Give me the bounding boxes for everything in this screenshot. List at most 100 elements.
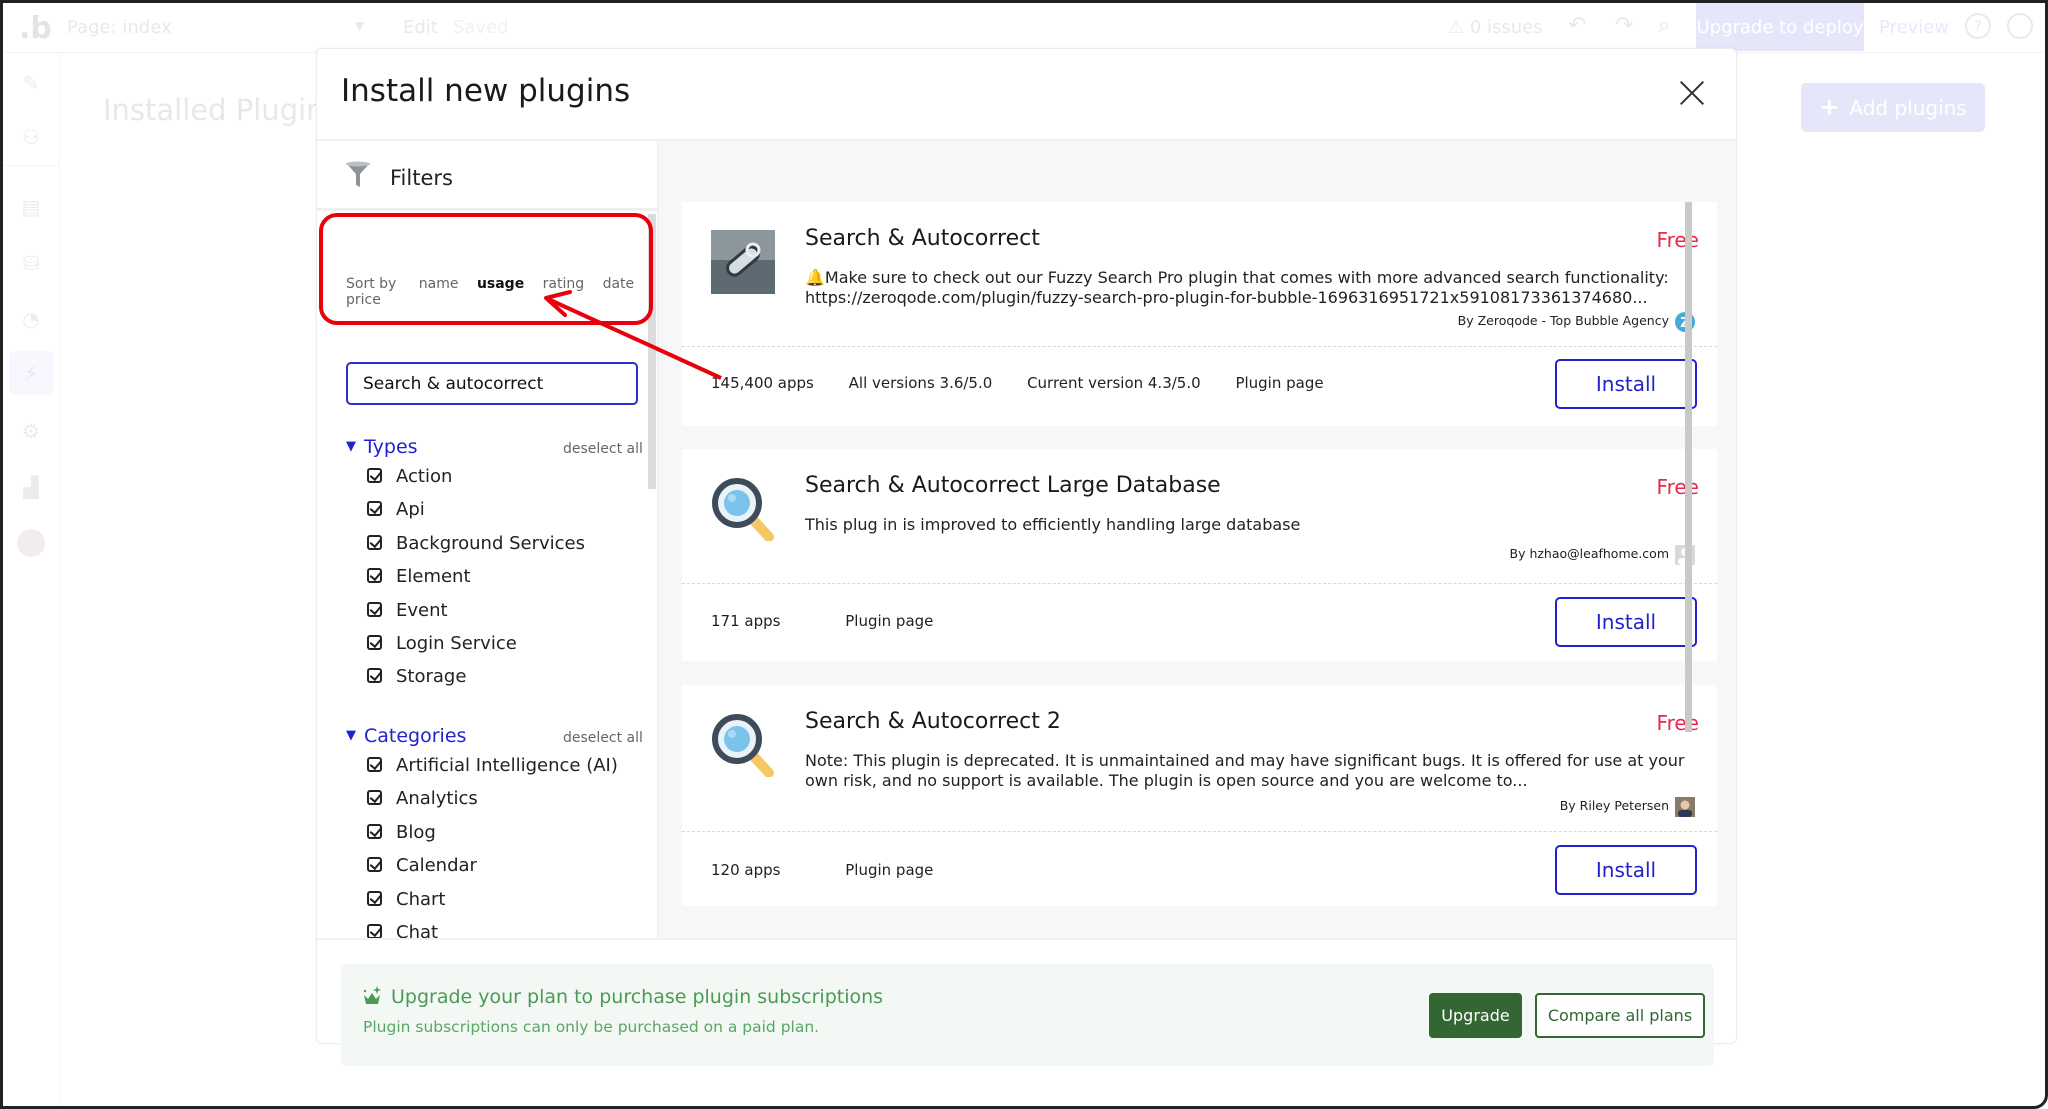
edit-menu[interactable]: Edit (403, 17, 438, 38)
filter-checkbox-item[interactable]: Artificial Intelligence (AI) (367, 753, 618, 779)
plugin-search-input[interactable] (346, 362, 638, 405)
upgrade-banner-subtitle: Plugin subscriptions can only be purchas… (363, 1018, 820, 1036)
plugin-name[interactable]: Search & Autocorrect (805, 226, 1040, 251)
plus-icon: + (1819, 93, 1840, 121)
checkbox-checked-icon[interactable] (367, 501, 382, 517)
sort-name[interactable]: name (419, 276, 459, 292)
filter-checkbox-item[interactable]: Analytics (367, 786, 478, 812)
plugin-list-scrollbar[interactable] (1685, 202, 1692, 732)
description-line: own risk, and no support is available. T… (805, 771, 1528, 790)
layout-icon[interactable]: ▤ (17, 193, 45, 221)
types-section-toggle[interactable]: ▼ Types (346, 436, 418, 458)
plugin-page-link[interactable]: Plugin page (845, 612, 933, 630)
checkbox-checked-icon[interactable] (367, 601, 382, 617)
add-plugins-button[interactable]: + Add plugins (1801, 83, 1985, 132)
filter-checkbox-item[interactable]: Chart (367, 887, 445, 913)
types-deselect-all[interactable]: deselect all (563, 441, 643, 457)
filter-checkbox-label: Element (396, 566, 471, 588)
redo-icon[interactable]: ↷ (1615, 13, 1633, 38)
filter-checkbox-item[interactable]: Event (367, 598, 448, 624)
app-count: 145,400 apps (711, 374, 814, 392)
preview-button[interactable]: Preview (1879, 17, 1949, 38)
current-version-rating: Current version 4.3/5.0 (1027, 374, 1201, 392)
install-button[interactable]: Install (1555, 597, 1697, 647)
sort-usage[interactable]: usage (477, 276, 524, 292)
checkbox-checked-icon[interactable] (367, 890, 382, 906)
filter-checkbox-item[interactable]: Action (367, 464, 452, 490)
author-name: By hzhao@leafhome.com (1509, 546, 1670, 561)
filter-checkbox-item[interactable]: Background Services (367, 531, 585, 557)
close-icon[interactable] (1678, 79, 1706, 107)
nav-divider (3, 165, 60, 166)
plugin-icon[interactable]: ⚡ (9, 351, 53, 395)
filters-header: Filters (317, 141, 657, 211)
upgrade-button[interactable]: Upgrade (1429, 993, 1522, 1038)
plugin-name[interactable]: Search & Autocorrect 2 (805, 709, 1061, 734)
help-icon[interactable]: ? (1965, 13, 1991, 39)
checkbox-checked-icon[interactable] (367, 468, 382, 483)
filter-checkbox-label: Login Service (396, 633, 517, 654)
checkbox-checked-icon[interactable] (367, 924, 382, 938)
filter-checkbox-item[interactable]: Blog (367, 820, 436, 846)
sort-rating[interactable]: rating (543, 276, 584, 292)
avatar-icon[interactable] (17, 529, 45, 557)
page-selector[interactable]: Page: index (67, 17, 172, 38)
database-icon[interactable]: ⛁ (17, 249, 45, 277)
categories-section-toggle[interactable]: ▼ Categories (346, 725, 466, 747)
issues-indicator[interactable]: ⚠ 0 issues (1448, 17, 1543, 38)
undo-icon[interactable]: ↶ (1568, 13, 1586, 38)
compare-plans-button[interactable]: Compare all plans (1535, 993, 1705, 1038)
checkbox-checked-icon[interactable] (367, 568, 382, 584)
side-nav: ✎ ⚇ ▤ ⛁ ◔ ⚡ ⚙ ▟ (3, 53, 60, 1106)
categories-label: Categories (364, 725, 467, 747)
filters-panel: Filters Sort by name usage rating date p… (317, 141, 659, 938)
sort-options: Sort by name usage rating date price (346, 276, 657, 308)
upgrade-to-deploy-button[interactable]: Upgrade to deploy (1696, 3, 1864, 51)
bubble-logo: .b (19, 11, 52, 46)
sort-date[interactable]: date (603, 276, 635, 292)
checkbox-checked-icon[interactable] (367, 635, 382, 650)
gear-icon[interactable]: ⚙ (17, 417, 45, 445)
checkbox-checked-icon[interactable] (367, 668, 382, 684)
magnifier-icon (712, 714, 774, 777)
checkbox-checked-icon[interactable] (367, 823, 382, 839)
filter-checkbox-item[interactable]: Chat (367, 920, 438, 938)
plugin-thumbnail (711, 230, 775, 294)
palette-icon[interactable]: ◔ (17, 305, 45, 333)
checkbox-checked-icon[interactable] (367, 757, 382, 772)
plugin-page-link[interactable]: Plugin page (1235, 374, 1323, 392)
user-avatar-icon[interactable] (2007, 13, 2033, 39)
pencil-icon[interactable]: ✎ (17, 69, 45, 97)
checkbox-checked-icon[interactable] (367, 857, 382, 873)
card-divider (682, 831, 1717, 832)
install-button[interactable]: Install (1555, 359, 1697, 409)
checkbox-checked-icon[interactable] (367, 534, 382, 550)
plugin-description: Note: This plugin is deprecated. It is u… (805, 751, 1685, 791)
plugin-price: Free (1656, 475, 1699, 499)
plugin-price: Free (1656, 711, 1699, 735)
filter-checkbox-item[interactable]: Element (367, 564, 471, 590)
app-count: 171 apps (711, 612, 781, 630)
filter-checkbox-item[interactable]: Calendar (367, 853, 477, 879)
categories-deselect-all[interactable]: deselect all (563, 730, 643, 746)
filter-checkbox-label: Chart (396, 888, 446, 910)
modal-header: Install new plugins (317, 49, 1736, 141)
plugin-page-link[interactable]: Plugin page (845, 861, 933, 879)
checkbox-checked-icon[interactable] (367, 790, 382, 806)
plugin-name[interactable]: Search & Autocorrect Large Database (805, 473, 1221, 498)
search-icon[interactable]: ⌕ (1658, 13, 1670, 38)
chart-icon[interactable]: ▟ (17, 473, 45, 501)
filter-checkbox-item[interactable]: Api (367, 497, 425, 523)
workflow-icon[interactable]: ⚇ (17, 123, 45, 151)
add-plugins-label: Add plugins (1849, 96, 1967, 120)
sort-price[interactable]: price (346, 292, 381, 308)
top-bar: .b Page: index ▼ Edit Saved ⚠ 0 issues ↶… (3, 3, 2045, 53)
filter-checkbox-item[interactable]: Login Service (367, 631, 517, 657)
chevron-down-icon[interactable]: ▼ (355, 19, 364, 33)
filter-checkbox-item[interactable]: Storage (367, 664, 466, 690)
install-button[interactable]: Install (1555, 845, 1697, 895)
modal-footer: Upgrade your plan to purchase plugin sub… (317, 938, 1736, 1066)
types-label: Types (364, 436, 418, 458)
filters-scrollbar[interactable] (648, 214, 656, 489)
filter-checkbox-label: Action (396, 466, 453, 487)
